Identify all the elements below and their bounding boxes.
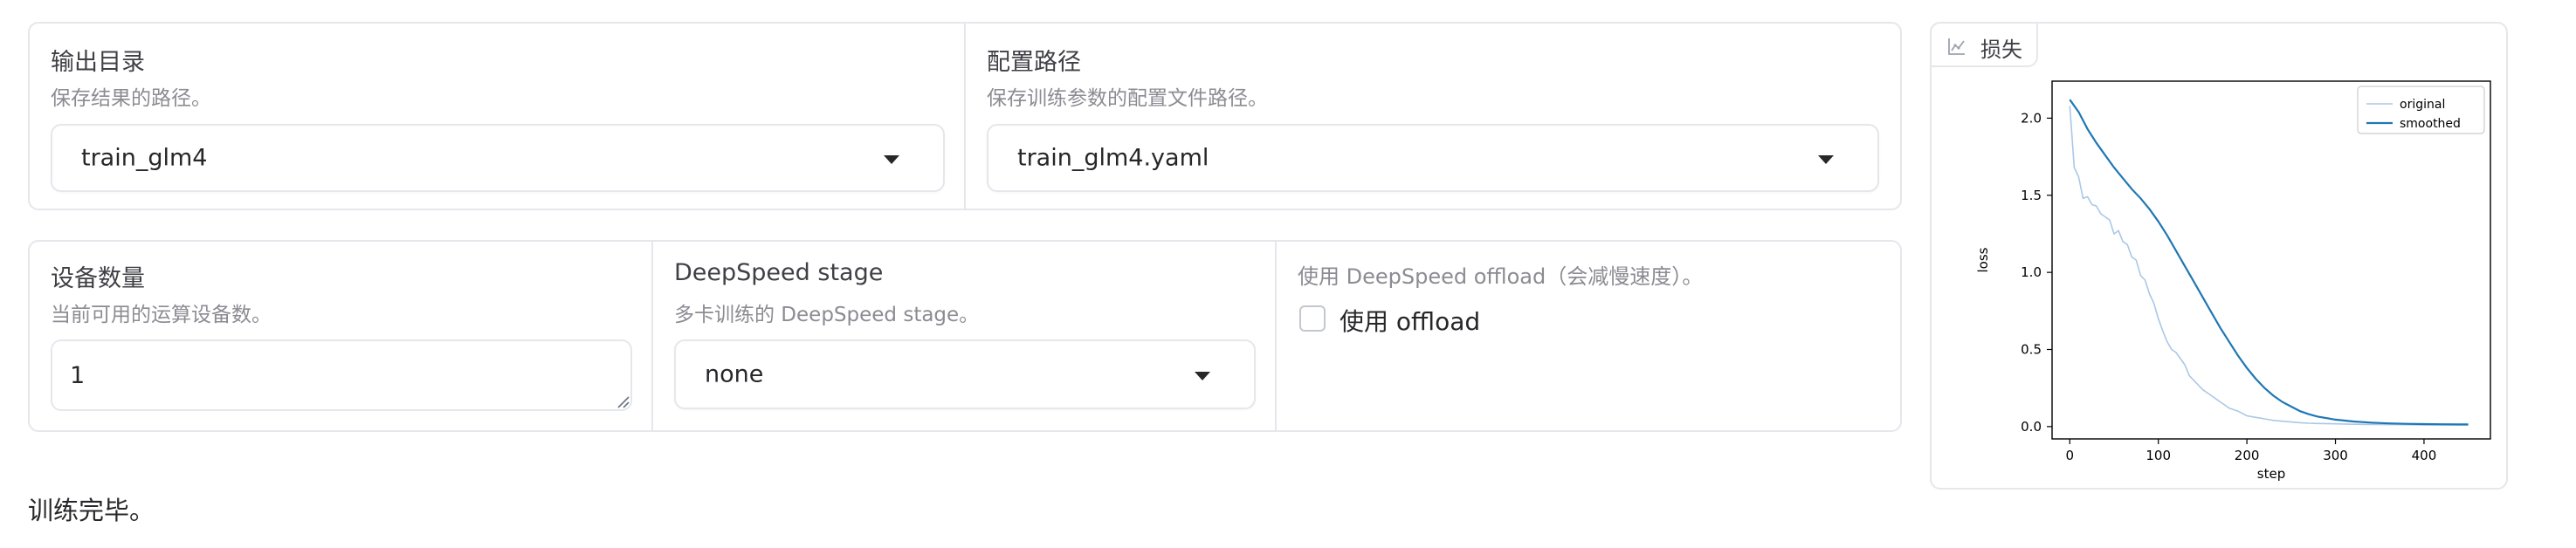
- ds-stage-info: 多卡训练的 DeepSpeed stage。: [674, 304, 980, 326]
- config-path-cell: 配置路径 保存训练参数的配置文件路径。 train_glm4.yaml: [966, 24, 1900, 209]
- legend-label-original: original: [2400, 98, 2445, 112]
- x-tick-label: 200: [2235, 448, 2260, 463]
- status-message: 训练完毕。: [28, 496, 155, 525]
- ds-stage-value: none: [705, 360, 764, 388]
- x-tick-label: 0: [2066, 448, 2075, 463]
- config-path-value: train_glm4.yaml: [1017, 144, 1209, 172]
- legend: original smoothed: [2357, 86, 2485, 134]
- device-count-input[interactable]: [51, 339, 632, 411]
- legend-label-smoothed: smoothed: [2400, 117, 2461, 131]
- x-tick-label: 400: [2412, 448, 2437, 463]
- config-path-dropdown[interactable]: train_glm4.yaml: [987, 124, 1879, 192]
- page: 输出目录 保存结果的路径。 train_glm4 配置路径 保存训练参数的配置文…: [0, 0, 2576, 548]
- x-tick-label: 300: [2323, 448, 2348, 463]
- x-axis-label: step: [2257, 466, 2285, 482]
- y-axis-label: loss: [1975, 247, 1991, 272]
- ds-offload-cell: 使用 DeepSpeed offload（会减慢速度）。 使用 offload: [1277, 242, 1900, 430]
- x-tick-label: 100: [2146, 448, 2171, 463]
- output-config-panel: 输出目录 保存结果的路径。 train_glm4 配置路径 保存训练参数的配置文…: [28, 22, 1902, 210]
- ds-offload-checkbox[interactable]: [1299, 305, 1326, 332]
- output-dir-label: 输出目录: [51, 49, 145, 76]
- ds-offload-info: 使用 DeepSpeed offload（会减慢速度）。: [1298, 264, 1704, 289]
- chevron-down-icon: [1818, 155, 1834, 164]
- loss-plot-panel: 损失 0 100 200 300 400 0.0 0.5 1.0 1.5 2.0 step los…: [1930, 22, 2508, 490]
- ds-stage-dropdown[interactable]: none: [674, 339, 1256, 409]
- y-tick-label: 1.5: [2021, 188, 2042, 203]
- chevron-down-icon: [1195, 372, 1210, 380]
- y-tick-label: 0.0: [2021, 419, 2042, 435]
- device-count-label: 设备数量: [51, 265, 145, 292]
- chart-icon: [1948, 38, 1965, 55]
- chevron-down-icon: [884, 155, 899, 164]
- ds-offload-checkbox-label[interactable]: 使用 offload: [1340, 303, 1480, 338]
- output-dir-value: train_glm4: [81, 144, 208, 172]
- y-tick-label: 0.5: [2021, 342, 2042, 358]
- device-count-info: 当前可用的运算设备数。: [51, 304, 272, 326]
- plot-tag-label: 损失: [1980, 38, 2022, 62]
- y-tick-label: 1.0: [2021, 264, 2042, 280]
- output-dir-dropdown[interactable]: train_glm4: [51, 124, 945, 192]
- plot-tag: 损失: [1930, 22, 2038, 67]
- plot-area: [2051, 80, 2491, 440]
- device-panel: 设备数量 当前可用的运算设备数。 DeepSpeed stage 多卡训练的 D…: [28, 240, 1902, 432]
- output-dir-info: 保存结果的路径。: [51, 87, 211, 110]
- device-count-cell: 设备数量 当前可用的运算设备数。: [30, 242, 653, 430]
- loss-chart: 0 100 200 300 400 0.0 0.5 1.0 1.5 2.0 step loss o…: [1975, 80, 2491, 482]
- ds-stage-cell: DeepSpeed stage 多卡训练的 DeepSpeed stage。 n…: [653, 242, 1277, 430]
- config-path-info: 保存训练参数的配置文件路径。: [987, 87, 1268, 110]
- y-tick-label: 2.0: [2021, 110, 2042, 126]
- ds-stage-label: DeepSpeed stage: [674, 259, 884, 286]
- resize-grip-icon[interactable]: [615, 394, 630, 409]
- output-dir-cell: 输出目录 保存结果的路径。 train_glm4: [30, 24, 966, 209]
- config-path-label: 配置路径: [987, 49, 1081, 76]
